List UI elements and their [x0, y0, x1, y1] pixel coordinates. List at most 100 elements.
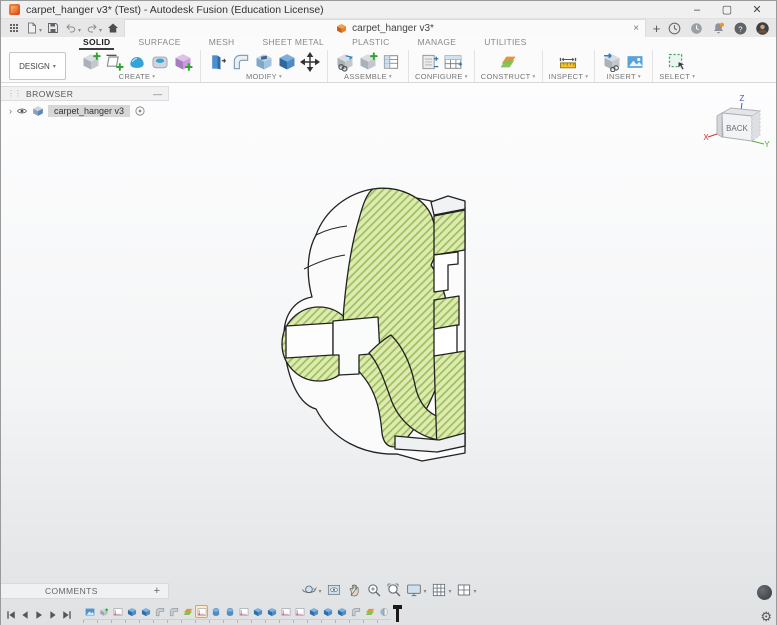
timeline-feature-sketch[interactable]	[293, 605, 306, 618]
browser-item-row[interactable]: › carpet_hanger v3	[1, 103, 169, 119]
bom-table-button[interactable]	[380, 51, 402, 72]
measure-button[interactable]	[557, 51, 579, 72]
tab-close-icon[interactable]: ×	[633, 23, 639, 34]
toolbar-group-inspect-dropdown[interactable]: INSPECT▾	[549, 72, 589, 81]
gear-icon[interactable]: ⚙	[760, 610, 772, 623]
timeline-feature-plane[interactable]	[181, 605, 194, 618]
go-to-start-button[interactable]	[5, 608, 17, 620]
file-menu-icon[interactable]	[23, 20, 41, 36]
model-carpet-hanger-section-view[interactable]	[1, 83, 777, 625]
toolbar-group-select-dropdown[interactable]: SELECT▾	[659, 72, 695, 81]
toolbar-group-construct-dropdown[interactable]: CONSTRUCT▾	[481, 72, 536, 81]
avatar-icon[interactable]	[755, 21, 770, 36]
toolbar-group-assemble-dropdown[interactable]: ASSEMBLE▾	[344, 72, 392, 81]
save-icon[interactable]	[44, 20, 62, 36]
job-status-icon[interactable]	[667, 21, 682, 36]
assistant-icon[interactable]	[757, 585, 772, 600]
timeline-ruler[interactable]	[83, 619, 391, 623]
timeline-feature-canvas[interactable]	[83, 605, 96, 618]
create-sketch-button[interactable]	[103, 51, 125, 72]
redo-icon[interactable]	[83, 20, 101, 36]
minimize-button[interactable]: –	[682, 1, 712, 18]
tab-surface[interactable]: SURFACE	[124, 37, 194, 50]
fit-icon[interactable]	[385, 582, 401, 598]
history-icon[interactable]	[689, 21, 704, 36]
emboss-button[interactable]	[149, 51, 171, 72]
tab-sheet-metal[interactable]: SHEET METAL	[249, 37, 339, 50]
timeline-feature-component[interactable]	[97, 605, 110, 618]
tab-utilities[interactable]: UTILITIES	[470, 37, 540, 50]
comments-bar[interactable]: COMMENTS +	[1, 583, 169, 599]
move-button[interactable]	[299, 51, 321, 72]
toolbar-group-insert-dropdown[interactable]: INSERT▾	[607, 72, 641, 81]
home-icon[interactable]	[104, 20, 122, 36]
new-component-button[interactable]	[80, 51, 102, 72]
app-menu-icon[interactable]	[5, 20, 23, 36]
timeline-feature-extrude[interactable]	[139, 605, 152, 618]
assemble-component-button[interactable]	[357, 51, 379, 72]
component-name[interactable]: carpet_hanger v3	[48, 105, 130, 117]
press-pull-button[interactable]	[207, 51, 229, 72]
close-button[interactable]: ✕	[742, 1, 772, 18]
add-comment-icon[interactable]: +	[154, 585, 160, 597]
insert-part-button[interactable]	[601, 51, 623, 72]
timeline-feature-extrude[interactable]	[335, 605, 348, 618]
new-tab-button[interactable]: +	[646, 19, 667, 37]
shell-button[interactable]	[253, 51, 275, 72]
visibility-eye-icon[interactable]	[16, 105, 28, 117]
config-table-button[interactable]	[442, 51, 464, 72]
play-button[interactable]	[33, 608, 45, 620]
toolbar-group-modify-dropdown[interactable]: MODIFY▾	[246, 72, 282, 81]
timeline-feature-sketch[interactable]	[111, 605, 124, 618]
browser-header[interactable]: ⋮⋮ BROWSER —	[1, 86, 169, 101]
timeline-feature-section[interactable]	[377, 605, 390, 618]
grid-icon[interactable]	[431, 582, 447, 598]
timeline-feature-plane[interactable]	[363, 605, 376, 618]
timeline-feature-extrude[interactable]	[265, 605, 278, 618]
notifications-icon[interactable]	[711, 21, 726, 36]
undo-icon[interactable]	[62, 20, 80, 36]
create-form-button[interactable]	[126, 51, 148, 72]
fillet-button[interactable]	[230, 51, 252, 72]
timeline-feature-extrude[interactable]	[251, 605, 264, 618]
timeline-feature-fillet[interactable]	[153, 605, 166, 618]
timeline-feature-fillet[interactable]	[167, 605, 180, 618]
zoom-icon[interactable]	[365, 582, 381, 598]
tab-solid[interactable]: SOLID	[69, 37, 124, 50]
viewport-canvas[interactable]: ⋮⋮ BROWSER — › carpet_hanger v3 Z	[1, 83, 776, 625]
activate-component-radio[interactable]	[134, 105, 146, 117]
help-icon[interactable]: ?	[733, 21, 748, 36]
step-back-button[interactable]	[19, 608, 31, 620]
document-tab[interactable]: carpet_hanger v3* ×	[124, 19, 646, 37]
timeline-position-marker[interactable]	[393, 605, 402, 622]
derive-button[interactable]	[334, 51, 356, 72]
toolbar-group-create-dropdown[interactable]: CREATE▾	[119, 72, 156, 81]
orbit-icon[interactable]	[300, 582, 316, 598]
canvas-button[interactable]	[624, 51, 646, 72]
maximize-button[interactable]: ▢	[712, 1, 742, 18]
timeline-feature-revolve[interactable]	[223, 605, 236, 618]
tab-mesh[interactable]: MESH	[195, 37, 249, 50]
primitive-button[interactable]	[172, 51, 194, 72]
timeline-feature-extrude[interactable]	[321, 605, 334, 618]
timeline-feature-sketch[interactable]	[195, 605, 208, 618]
select-button[interactable]	[666, 51, 688, 72]
timeline-feature-sketch[interactable]	[279, 605, 292, 618]
viewcube[interactable]: Z BACK X Y	[702, 91, 770, 153]
step-forward-button[interactable]	[47, 608, 59, 620]
tab-plastic[interactable]: PLASTIC	[338, 37, 404, 50]
design-dropdown[interactable]: DESIGN ▾	[9, 52, 66, 80]
look-at-icon[interactable]	[325, 582, 341, 598]
timeline-feature-extrude[interactable]	[125, 605, 138, 618]
expand-chevron-icon[interactable]: ›	[9, 106, 12, 116]
timeline-feature-fillet[interactable]	[349, 605, 362, 618]
toolbar-group-configure-dropdown[interactable]: CONFIGURE▾	[415, 72, 468, 81]
viewports-icon[interactable]	[456, 582, 472, 598]
pan-icon[interactable]	[345, 582, 361, 598]
construct-plane-button[interactable]	[497, 51, 519, 72]
collapse-panel-icon[interactable]: —	[153, 89, 162, 99]
timeline-feature-sketch[interactable]	[237, 605, 250, 618]
tab-manage[interactable]: MANAGE	[404, 37, 471, 50]
go-to-end-button[interactable]	[61, 608, 73, 620]
display-settings-icon[interactable]	[405, 582, 421, 598]
